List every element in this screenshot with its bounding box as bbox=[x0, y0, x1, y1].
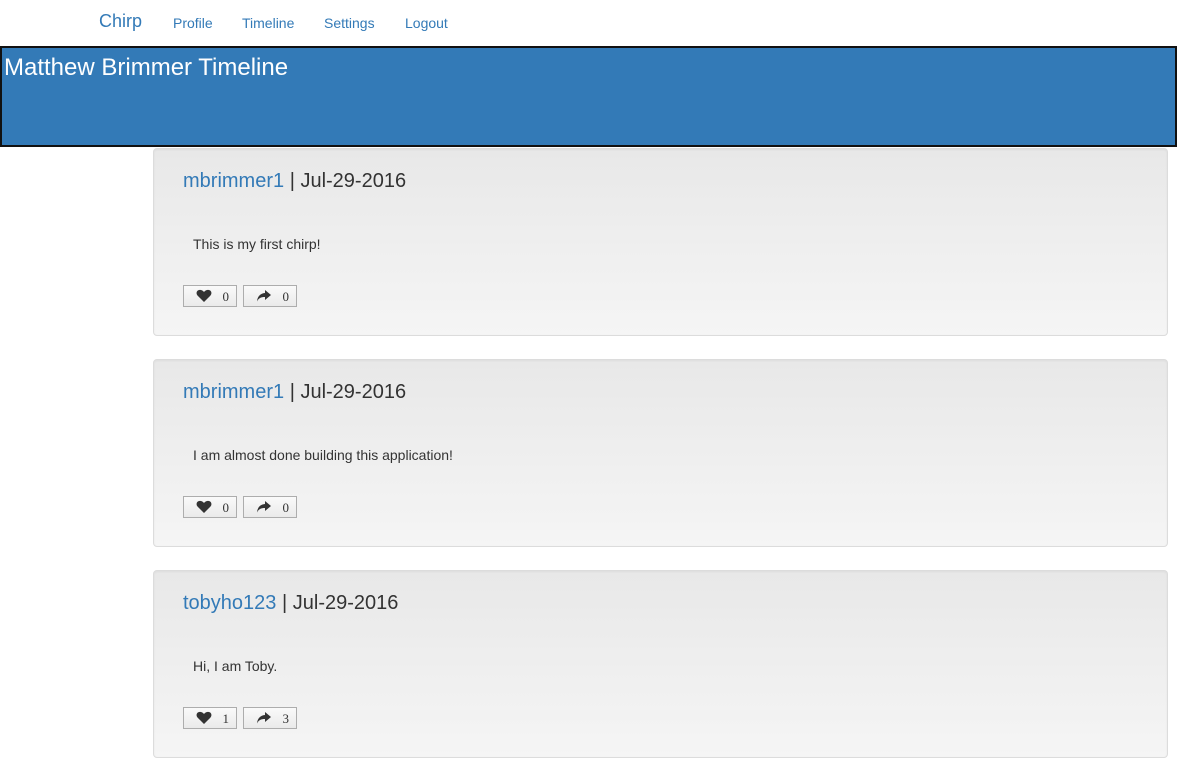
share-count: 0 bbox=[282, 500, 290, 515]
heart-icon bbox=[196, 711, 212, 724]
like-count: 0 bbox=[222, 289, 230, 304]
share-arrow-icon bbox=[257, 712, 271, 724]
chirp-text: I am almost done building this applicati… bbox=[193, 447, 453, 463]
page-title: Matthew Brimmer Timeline bbox=[4, 54, 289, 81]
chirp-username-link[interactable]: tobyho123 bbox=[183, 592, 276, 614]
like-button[interactable]: 1 bbox=[183, 707, 237, 729]
nav-link-logout[interactable]: Logout bbox=[405, 15, 448, 31]
chirp-header: tobyho123 | Jul-29-2016 bbox=[183, 592, 398, 615]
share-count: 3 bbox=[282, 711, 290, 726]
chirp-header: mbrimmer1 | Jul-29-2016 bbox=[183, 170, 406, 193]
share-arrow-icon bbox=[257, 290, 271, 302]
share-button[interactable]: 0 bbox=[243, 285, 297, 307]
heart-icon bbox=[196, 289, 212, 302]
timeline-banner: Matthew Brimmer Timeline bbox=[0, 46, 1177, 147]
chirp-text: Hi, I am Toby. bbox=[193, 658, 278, 674]
chirp-card: tobyho123 | Jul-29-2016 Hi, I am Toby. 1… bbox=[153, 570, 1168, 758]
chirp-date: Jul-29-2016 bbox=[292, 592, 399, 614]
chirp-card: mbrimmer1 | Jul-29-2016 This is my first… bbox=[153, 148, 1168, 336]
share-count: 0 bbox=[282, 289, 290, 304]
share-arrow-icon bbox=[257, 501, 271, 513]
header-separator: | bbox=[289, 170, 295, 192]
brand-link[interactable]: Chirp bbox=[99, 11, 142, 32]
chirp-username-link[interactable]: mbrimmer1 bbox=[183, 170, 284, 192]
top-navbar: Chirp Profile Timeline Settings Logout bbox=[0, 0, 1177, 46]
chirp-text: This is my first chirp! bbox=[193, 236, 321, 252]
chirp-date: Jul-29-2016 bbox=[300, 381, 407, 403]
like-button[interactable]: 0 bbox=[183, 496, 237, 518]
chirp-date: Jul-29-2016 bbox=[300, 170, 407, 192]
nav-link-settings[interactable]: Settings bbox=[324, 15, 375, 31]
like-count: 0 bbox=[222, 500, 230, 515]
nav-link-timeline[interactable]: Timeline bbox=[242, 15, 294, 31]
nav-link-profile[interactable]: Profile bbox=[173, 15, 213, 31]
like-button[interactable]: 0 bbox=[183, 285, 237, 307]
header-separator: | bbox=[289, 381, 295, 403]
like-count: 1 bbox=[222, 711, 230, 726]
chirp-card: mbrimmer1 | Jul-29-2016 I am almost done… bbox=[153, 359, 1168, 547]
chirp-username-link[interactable]: mbrimmer1 bbox=[183, 381, 284, 403]
header-separator: | bbox=[281, 592, 288, 614]
share-button[interactable]: 0 bbox=[243, 496, 297, 518]
heart-icon bbox=[196, 500, 212, 513]
share-button[interactable]: 3 bbox=[243, 707, 297, 729]
chirp-header: mbrimmer1 | Jul-29-2016 bbox=[183, 381, 406, 404]
